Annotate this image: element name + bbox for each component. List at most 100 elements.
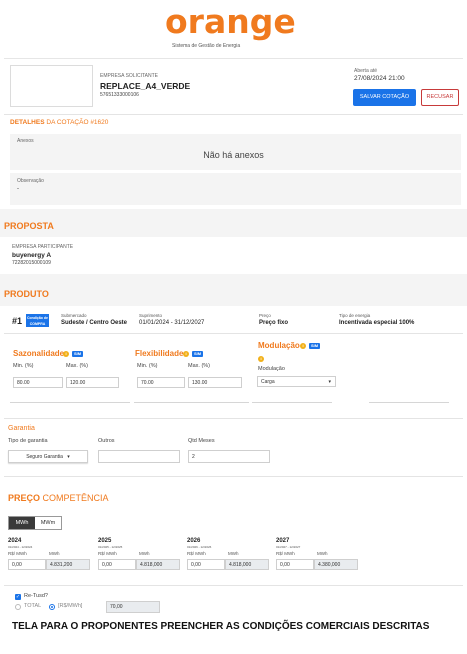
supply-value: 01/01/2024 - 31/12/2027 (139, 320, 205, 326)
price-title: PREÇO COMPETÊNCIA (8, 493, 109, 503)
product-title: PRODUTO (4, 289, 49, 299)
price-col-label: R$/ MWh (276, 551, 295, 556)
submarket-value: Sudeste / Centro Oeste (61, 320, 128, 326)
proposal-band (0, 209, 467, 237)
reject-button[interactable]: RECUSAR (421, 89, 459, 106)
orange-logo: orange Sistema de Gestão de Energia (165, 2, 310, 49)
unit-toggle: MWh MWm (8, 516, 62, 530)
flexibility-min-input[interactable]: 70.00 (137, 377, 185, 388)
year-period: 01/2024 - 12/2024 (8, 545, 33, 549)
volume-col-label: MWh (317, 551, 328, 556)
observation-box (10, 173, 461, 205)
product-number: #1 (12, 316, 23, 326)
guarantee-months-input[interactable]: 2 (188, 450, 270, 463)
faded-row (4, 402, 463, 407)
no-attachments-text: Não há anexos (203, 150, 264, 160)
price-type-value: Preço fixo (259, 320, 289, 326)
energy-type-label: Tipo de energia (339, 313, 371, 318)
participant-label: EMPRESA PARTICIPANTE (12, 244, 74, 250)
rmwh-label: [R$/MWh] (58, 603, 83, 609)
submarket-label: Submercado (61, 313, 87, 318)
total-radio[interactable] (15, 604, 21, 610)
price-type-label: Preço (259, 313, 271, 318)
year-label: 2025 (98, 538, 112, 544)
volume-col-label: MWh (139, 551, 150, 556)
price-input[interactable]: 0,00 (8, 559, 46, 570)
divider (4, 585, 463, 586)
volume-field: 4.818,000 (225, 559, 269, 570)
participant-cnpj: 72282015000109 (12, 260, 51, 266)
observation-label: Observação (17, 178, 44, 184)
retusd-input[interactable]: 70,00 (106, 601, 160, 613)
retusd-checkbox[interactable]: ✓ (15, 594, 21, 600)
product-band (0, 274, 467, 306)
year-period: 01/2025 - 12/2025 (98, 545, 123, 549)
year-period: 01/2027 - 12/2027 (276, 545, 301, 549)
unit-mwh-button[interactable]: MWh (9, 517, 35, 529)
volume-field: 4.831,200 (46, 559, 90, 570)
flexibility-min-label: Min. (%) (137, 363, 158, 369)
energy-type-value: Incentivada especial 100% (339, 320, 415, 326)
guarantee-type-selected: Seguro Garantia (26, 454, 63, 460)
year-label: 2024 (8, 538, 22, 544)
details-title-b: DA COTAÇÃO #1620 (46, 119, 109, 126)
seasonality-min-input[interactable]: 80.00 (13, 377, 63, 388)
info-icon[interactable]: i (63, 351, 69, 357)
guarantee-others-input[interactable] (98, 450, 180, 463)
divider (4, 114, 463, 115)
modulation-badge: SIM (309, 343, 321, 349)
details-title: DETALHES DA COTAÇÃO #1620 (10, 119, 108, 126)
seasonality-min-label: Min. (%) (13, 363, 34, 369)
year-label: 2026 (187, 538, 201, 544)
company-label: EMPRESA SOLICITANTE (100, 73, 158, 79)
guarantee-type-label: Tipo de garantia (8, 438, 48, 444)
volume-field: 4.818,000 (136, 559, 180, 570)
price-title-a: PREÇO (8, 493, 41, 503)
rmwh-radio[interactable] (49, 604, 55, 610)
price-input[interactable]: 0,00 (187, 559, 225, 570)
seasonality-title: Sazonalidade (13, 349, 65, 358)
observation-value: - (17, 186, 19, 192)
price-col-label: R$/ MWh (8, 551, 27, 556)
open-until-label: Aberta até (354, 68, 378, 74)
volume-col-label: MWh (228, 551, 239, 556)
modulation-select[interactable]: Carga ▾ (257, 376, 336, 387)
flexibility-title: Flexibilidade (135, 349, 184, 358)
modulation-title: Modulação (258, 341, 300, 350)
price-col-label: R$/ MWh (98, 551, 117, 556)
guarantee-others-label: Outros (98, 438, 115, 444)
guarantee-type-select[interactable]: Seguro Garantia ▾ (8, 450, 88, 463)
year-label: 2027 (276, 538, 290, 544)
seasonality-max-input[interactable]: 120.00 (66, 377, 119, 388)
total-label: TOTAL (24, 603, 42, 609)
proposal-title: PROPOSTA (4, 221, 54, 231)
retusd-label: Re-Tusd? (24, 593, 48, 599)
company-cnpj: 57651333000106 (100, 92, 139, 98)
volume-field: 4.380,000 (314, 559, 358, 570)
caption-text: TELA PARA O PROPONENTES PREENCHER AS CON… (12, 621, 430, 632)
unit-mwm-button[interactable]: MWm (35, 517, 61, 529)
price-col-label: R$/ MWh (187, 551, 206, 556)
modulation-field-label: Modulação (258, 366, 285, 372)
attachments-label: Anexos (17, 138, 34, 144)
price-input[interactable]: 0,00 (276, 559, 314, 570)
divider (4, 333, 463, 334)
modulation-selected: Carga (261, 379, 275, 385)
guarantee-months-label: Qtd Meses (188, 438, 215, 444)
company-photo (10, 65, 93, 107)
supply-label: Suprimento (139, 313, 163, 318)
price-input[interactable]: 0,00 (98, 559, 136, 570)
flexibility-max-input[interactable]: 130.00 (188, 377, 242, 388)
info-icon[interactable]: i (300, 343, 306, 349)
divider (4, 476, 463, 477)
save-quotation-button[interactable]: SALVAR COTAÇÃO (353, 89, 416, 106)
logo-word: orange (165, 2, 296, 41)
company-name: REPLACE_A4_VERDE (100, 81, 191, 91)
price-title-b: COMPETÊNCIA (42, 493, 109, 503)
participant-name: buyenergy A (12, 252, 52, 259)
info-icon[interactable]: i (183, 351, 189, 357)
seasonality-max-label: Max. (%) (66, 363, 88, 369)
divider (4, 418, 463, 419)
info-icon[interactable]: i (258, 356, 264, 362)
chevron-down-icon: ▾ (328, 379, 331, 385)
